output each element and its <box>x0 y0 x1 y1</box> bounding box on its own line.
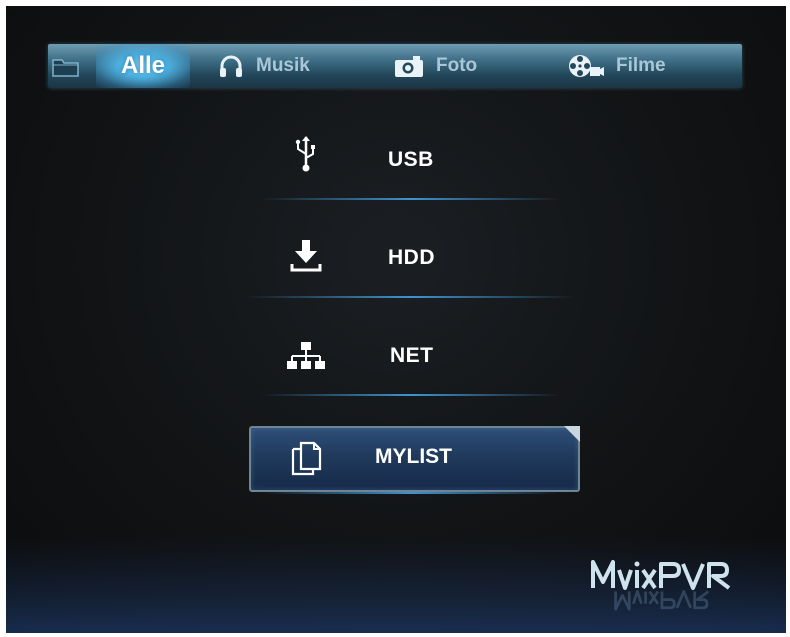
divider <box>261 198 561 200</box>
camera-icon <box>395 56 423 77</box>
menu-item-net-label: NET <box>390 344 434 367</box>
film-reel-icon <box>569 55 604 77</box>
tab-musik-label: Musik <box>256 55 310 76</box>
tab-foto-label: Foto <box>436 55 478 76</box>
tab-musik[interactable]: Musik <box>218 44 310 88</box>
tab-filme[interactable]: Filme <box>568 44 666 88</box>
divider <box>261 492 561 494</box>
divider <box>246 296 576 298</box>
menu-item-hdd-label: HDD <box>388 246 435 269</box>
menu-item-usb-label: USB <box>388 148 434 171</box>
menu-item-usb[interactable]: USB <box>6 130 786 190</box>
tab-filme-label: Filme <box>616 55 666 76</box>
menu-item-mylist-label: MYLIST <box>375 445 452 468</box>
folder-icon <box>52 59 79 77</box>
download-icon <box>290 240 322 272</box>
selection-corner <box>564 426 580 442</box>
network-icon <box>287 342 325 369</box>
headphones-icon <box>220 55 242 77</box>
usb-icon <box>295 136 315 172</box>
tab-alle[interactable]: Alle <box>96 44 190 88</box>
category-tab-bar: Alle Musik Foto Filme <box>48 44 742 88</box>
documents-icon <box>291 441 322 476</box>
menu-item-net[interactable]: NET <box>6 326 786 386</box>
tab-alle-label: Alle <box>120 52 165 79</box>
tab-foto[interactable]: Foto <box>394 44 477 88</box>
mvixpvr-logo-reflection <box>614 590 710 611</box>
menu-item-hdd[interactable]: HDD <box>6 228 786 288</box>
media-browser-screen: Alle Musik Foto Filme USB HDD NET MYLIST <box>6 6 786 633</box>
divider <box>261 394 561 396</box>
menu-item-mylist[interactable]: MYLIST <box>249 426 580 492</box>
